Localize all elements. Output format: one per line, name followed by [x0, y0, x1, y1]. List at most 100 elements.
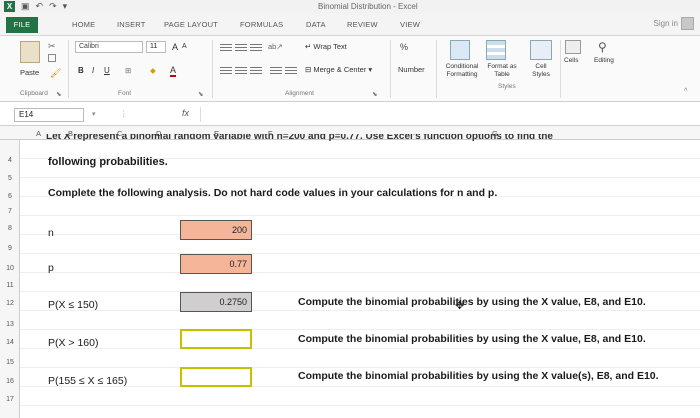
instruction-text: Complete the following analysis. Do not … — [48, 187, 498, 199]
italic-button[interactable]: I — [92, 66, 94, 75]
wrap-text-label: Wrap Text — [313, 42, 347, 51]
align-right-icon[interactable] — [250, 67, 262, 76]
customize-qat-icon[interactable]: ▾ — [63, 1, 68, 12]
format-painter-icon[interactable]: 🖌 — [50, 68, 61, 79]
paste-button[interactable]: Paste — [20, 68, 39, 77]
shrink-font-button[interactable]: A — [182, 43, 187, 50]
cell-styles-button[interactable]: Cell Styles — [526, 63, 556, 79]
font-color-button[interactable]: A — [170, 65, 177, 77]
editing-icon[interactable]: ⚲ — [598, 40, 607, 54]
prob-label-row14: P(X > 160) — [48, 337, 99, 349]
cells-button[interactable]: Cells — [564, 57, 578, 64]
sign-in[interactable]: Sign in — [654, 17, 694, 30]
tab-file[interactable]: FILE — [6, 17, 38, 33]
cells-icon[interactable] — [565, 40, 581, 54]
prob-answer-cell-row16[interactable] — [180, 367, 252, 387]
redo-icon[interactable]: ↷ — [49, 1, 57, 12]
cut-icon[interactable]: ✂ — [48, 41, 56, 52]
row-header[interactable]: 7 — [0, 208, 20, 215]
cut-off-problem-text: Let X represent a binomial random variab… — [46, 134, 553, 141]
align-middle-icon[interactable] — [235, 44, 247, 53]
align-center-icon[interactable] — [235, 67, 247, 76]
save-icon[interactable]: ▣ — [21, 1, 30, 12]
tab-view[interactable]: VIEW — [400, 20, 420, 29]
alignment-launcher-icon[interactable]: ⬊ — [372, 90, 377, 98]
p-value: 0.77 — [229, 259, 247, 269]
wrap-text-icon: ↵ — [305, 42, 312, 51]
n-label: n — [48, 227, 54, 239]
n-input-cell[interactable]: 200 — [180, 220, 252, 240]
collapse-ribbon-icon[interactable]: ^ — [684, 86, 688, 95]
align-left-icon[interactable] — [220, 67, 232, 76]
conditional-formatting-button[interactable]: Conditional Formatting — [440, 63, 484, 79]
formula-bar-dots-icon: ⋮ — [120, 109, 128, 118]
tab-data[interactable]: DATA — [306, 20, 326, 29]
editing-button[interactable]: Editing — [594, 57, 614, 64]
tab-formulas[interactable]: FORMULAS — [240, 20, 283, 29]
underline-button[interactable]: U — [104, 66, 110, 75]
row-header[interactable]: 14 — [0, 339, 20, 346]
n-value: 200 — [231, 225, 247, 235]
row-header[interactable]: 10 — [0, 265, 20, 272]
tab-home[interactable]: HOME — [72, 20, 95, 29]
font-launcher-icon[interactable]: ⬊ — [198, 90, 203, 98]
formula-bar: E14 ▾ ⋮ fx — [0, 102, 700, 126]
bold-button[interactable]: B — [78, 66, 84, 75]
row-header[interactable]: 5 — [0, 175, 20, 182]
intro-text: following probabilities. — [48, 156, 168, 168]
prob-result-cell-row12[interactable]: 0.2750 — [180, 292, 252, 312]
quick-access-toolbar: X ▣ ↶ ↷ ▾ — [4, 1, 67, 12]
merge-center-icon: ⊟ — [305, 65, 312, 74]
divider — [436, 40, 437, 98]
divider — [68, 40, 69, 98]
row-header[interactable]: 11 — [0, 282, 20, 289]
grow-font-button[interactable]: A — [172, 42, 178, 52]
insert-function-button[interactable]: fx — [182, 108, 189, 118]
borders-icon[interactable]: ⊞ — [125, 66, 131, 75]
tab-page-layout[interactable]: PAGE LAYOUT — [164, 20, 218, 29]
title-bar: X ▣ ↶ ↷ ▾ Binomial Distribution - Excel — [0, 0, 700, 14]
row-header[interactable]: 13 — [0, 321, 20, 328]
wrap-text-button[interactable]: ↵ Wrap Text — [305, 42, 347, 51]
format-as-table-icon[interactable] — [486, 40, 506, 60]
row-header[interactable]: 12 — [0, 300, 20, 307]
align-top-icon[interactable] — [220, 44, 232, 53]
orientation-icon[interactable]: ab↗ — [268, 42, 283, 51]
font-size-select[interactable]: 11 — [146, 41, 166, 53]
name-box[interactable]: E14 — [14, 108, 84, 122]
column-header-a[interactable]: A — [36, 129, 41, 138]
row-header[interactable]: 6 — [0, 193, 20, 200]
merge-center-button[interactable]: ⊟ Merge & Center ▾ — [305, 65, 372, 74]
formula-input[interactable] — [200, 107, 700, 122]
row-header[interactable]: 4 — [0, 157, 20, 164]
instruction-row16: Compute the binomial probabilities by us… — [298, 370, 659, 382]
percent-button[interactable]: % — [400, 42, 408, 52]
merge-center-label: Merge & Center — [313, 65, 367, 74]
increase-indent-icon[interactable] — [285, 67, 297, 76]
conditional-formatting-icon[interactable] — [450, 40, 470, 60]
clipboard-launcher-icon[interactable]: ⬊ — [56, 90, 61, 98]
tab-insert[interactable]: INSERT — [117, 20, 146, 29]
divider — [212, 40, 213, 98]
number-format-select[interactable]: Number — [398, 65, 425, 74]
prob-answer-cell-row14[interactable] — [180, 329, 252, 349]
ribbon: Paste ✂ 🖌 Clipboard ⬊ Calibri 11 A A B I… — [0, 36, 700, 102]
avatar — [681, 17, 694, 30]
tab-review[interactable]: REVIEW — [347, 20, 378, 29]
copy-icon[interactable] — [48, 54, 56, 62]
undo-icon[interactable]: ↶ — [36, 1, 44, 12]
chevron-down-icon[interactable]: ▾ — [92, 110, 96, 118]
row-header[interactable]: 16 — [0, 378, 20, 385]
font-name-select[interactable]: Calibri — [75, 41, 143, 53]
format-as-table-button[interactable]: Format as Table — [484, 63, 520, 79]
row-header[interactable]: 15 — [0, 359, 20, 366]
paste-icon[interactable] — [20, 41, 40, 63]
cell-styles-icon[interactable] — [530, 40, 552, 60]
row-header[interactable]: 8 — [0, 225, 20, 232]
fill-color-icon[interactable]: ◆ — [150, 66, 156, 75]
row-header[interactable]: 9 — [0, 245, 20, 252]
decrease-indent-icon[interactable] — [270, 67, 282, 76]
row-header[interactable]: 17 — [0, 396, 20, 403]
align-bottom-icon[interactable] — [250, 44, 262, 53]
p-input-cell[interactable]: 0.77 — [180, 254, 252, 274]
